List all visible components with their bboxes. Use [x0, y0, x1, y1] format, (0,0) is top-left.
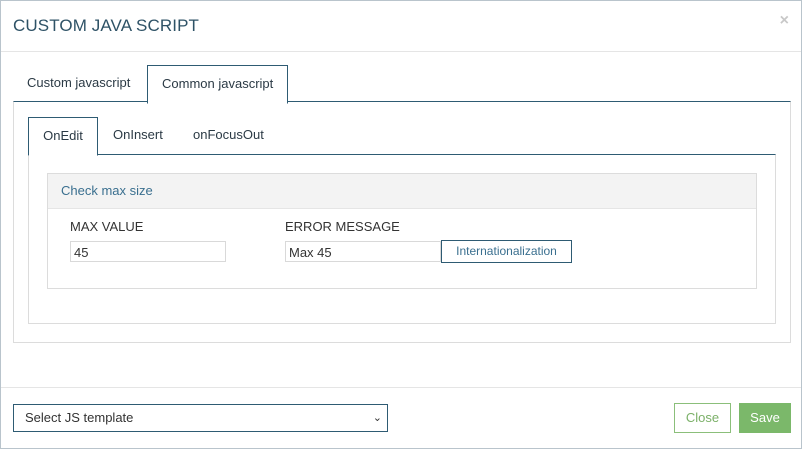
max-value-input[interactable]: 45: [70, 241, 226, 262]
dialog-footer: Select JS template ⌄ Close Save: [1, 387, 801, 449]
internationalization-button[interactable]: Internationalization: [441, 240, 572, 263]
tab-onfocusout[interactable]: onFocusOut: [193, 117, 264, 154]
dialog-title: CUSTOM JAVA SCRIPT: [13, 16, 199, 35]
js-template-select-value: Select JS template: [25, 410, 134, 425]
custom-javascript-dialog: CUSTOM JAVA SCRIPT × Custom javascript C…: [0, 0, 802, 449]
card-header: Check max size: [48, 174, 756, 209]
close-icon[interactable]: ×: [780, 12, 789, 30]
error-message-input[interactable]: Max 45: [285, 241, 441, 262]
chevron-down-icon: ⌄: [372, 412, 382, 424]
dialog-header: CUSTOM JAVA SCRIPT ×: [1, 1, 801, 52]
check-max-size-card: Check max size MAX VALUE ERROR MESSAGE 4…: [47, 173, 757, 289]
tab-common-javascript[interactable]: Common javascript: [147, 65, 289, 104]
js-template-select[interactable]: Select JS template ⌄: [13, 404, 388, 432]
tab-custom-javascript[interactable]: Custom javascript: [13, 65, 144, 101]
max-value-label: MAX VALUE: [70, 219, 144, 234]
error-message-label: ERROR MESSAGE: [285, 219, 400, 234]
tab-oninsert[interactable]: OnInsert: [113, 117, 163, 154]
tab-onedit[interactable]: OnEdit: [28, 117, 98, 156]
save-button[interactable]: Save: [739, 403, 791, 433]
close-button[interactable]: Close: [674, 403, 731, 433]
card-title: Check max size: [61, 183, 153, 198]
